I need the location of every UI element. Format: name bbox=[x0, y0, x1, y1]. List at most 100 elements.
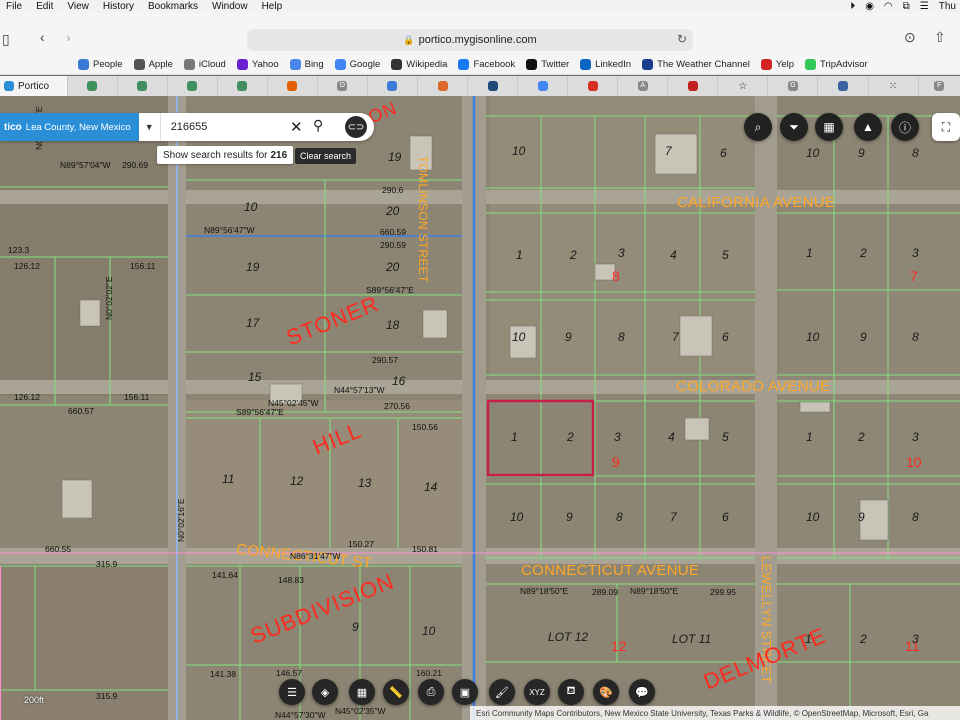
sidebar-icon[interactable]: ▯ bbox=[2, 31, 10, 48]
fav-wikipedia[interactable]: Wikipedia bbox=[391, 59, 447, 70]
tab-google[interactable] bbox=[518, 76, 569, 96]
menu-file[interactable]: File bbox=[6, 1, 22, 12]
tab-gmail[interactable] bbox=[568, 76, 619, 96]
chart-icon bbox=[487, 81, 498, 91]
bearing-label: N0°02'02"E bbox=[104, 276, 114, 320]
globe-icon bbox=[87, 81, 98, 91]
tab-dots[interactable]: ⁙ bbox=[869, 76, 919, 96]
menu-edit[interactable]: Edit bbox=[36, 1, 53, 12]
reload-icon[interactable]: ↻ bbox=[677, 32, 687, 46]
tab-red[interactable] bbox=[668, 76, 719, 96]
fav-apple[interactable]: Apple bbox=[133, 59, 173, 70]
bucket-icon: ⛾ bbox=[566, 685, 576, 697]
fav-icloud[interactable]: iCloud bbox=[183, 59, 226, 70]
tab-building[interactable] bbox=[818, 76, 869, 96]
menu-extra-icon[interactable]: ⧉ bbox=[903, 1, 910, 12]
fav-yelp[interactable]: Yelp bbox=[760, 59, 794, 70]
dimension-label: 290.57 bbox=[372, 355, 398, 365]
lot-number: 9 bbox=[566, 510, 573, 524]
palette-button[interactable]: 🎨 bbox=[593, 679, 619, 705]
xyz-button[interactable]: XYZ bbox=[524, 679, 550, 705]
tab-feather[interactable] bbox=[418, 76, 469, 96]
clock[interactable]: Thu bbox=[939, 1, 956, 12]
browser-icon bbox=[287, 81, 298, 91]
print-button[interactable]: ⎙ bbox=[418, 679, 444, 705]
fav-twitter[interactable]: Twitter bbox=[526, 59, 569, 70]
tab-firefox[interactable] bbox=[268, 76, 318, 96]
fav-people[interactable]: People bbox=[78, 59, 123, 70]
lot-number: 6 bbox=[720, 146, 727, 160]
tab-globe-3[interactable] bbox=[168, 76, 218, 96]
lot-number: 8 bbox=[616, 510, 623, 524]
measure-button[interactable]: 📏 bbox=[383, 679, 409, 705]
bucket-button[interactable]: ⛾ bbox=[558, 679, 584, 705]
tab-f[interactable]: F bbox=[919, 76, 960, 96]
fav-yahoo[interactable]: Yahoo bbox=[236, 59, 279, 70]
dimension-label: 660.57 bbox=[68, 406, 94, 416]
menu-help[interactable]: Help bbox=[262, 1, 283, 12]
menu-history[interactable]: History bbox=[103, 1, 134, 12]
id-card-button[interactable]: ▣ bbox=[452, 679, 478, 705]
filter-button[interactable]: ⏷ bbox=[780, 113, 808, 141]
app-brand: tico bbox=[0, 113, 26, 141]
lot-number: 7 bbox=[665, 144, 672, 158]
control-center-icon[interactable]: ☰ bbox=[920, 1, 929, 12]
info-button[interactable]: ⓘ bbox=[891, 113, 919, 141]
tab-globe-2[interactable] bbox=[118, 76, 168, 96]
lot-number: 1 bbox=[806, 246, 813, 260]
dots-icon: ⁙ bbox=[888, 80, 898, 92]
lock-icon: 🔒 bbox=[403, 34, 415, 45]
fullscreen-button[interactable]: ⛶ bbox=[932, 113, 960, 141]
fav-google[interactable]: Google bbox=[334, 59, 380, 70]
lot-number: 10 bbox=[244, 200, 258, 214]
tab-a[interactable]: A bbox=[618, 76, 669, 96]
tab-globe-4[interactable] bbox=[218, 76, 268, 96]
tab-people[interactable] bbox=[368, 76, 418, 96]
tab-star[interactable]: ☆ bbox=[718, 76, 769, 96]
fav-bing[interactable]: Bing bbox=[289, 59, 324, 70]
menu-view[interactable]: View bbox=[67, 1, 89, 12]
wifi-icon[interactable]: ◠ bbox=[884, 1, 893, 12]
search-type-dropdown[interactable]: ▼ bbox=[139, 113, 161, 141]
back-icon[interactable]: ‹ bbox=[40, 29, 45, 45]
fav-facebook[interactable]: Facebook bbox=[458, 59, 515, 70]
dimension-label: 126.12 bbox=[14, 261, 40, 271]
play-icon[interactable]: ⏵ bbox=[850, 1, 855, 12]
layers-button[interactable]: ◈ bbox=[312, 679, 338, 705]
address-bar[interactable]: 🔒 portico.mygisonline.com ↻ bbox=[247, 29, 693, 51]
warning-button[interactable]: ▲ bbox=[854, 113, 882, 141]
map-canvas[interactable]: CALIFORNIA AVENUE COLORADO AVENUE CONNEC… bbox=[0, 96, 960, 720]
tab-g[interactable]: G bbox=[768, 76, 819, 96]
search-button[interactable]: ⚲ bbox=[313, 117, 323, 134]
tab-d[interactable]: D bbox=[318, 76, 368, 96]
clear-search-button[interactable]: ✕ bbox=[290, 118, 303, 136]
fav-weather-channel[interactable]: The Weather Channel bbox=[642, 59, 750, 70]
share-icon[interactable]: ⇧ bbox=[934, 29, 946, 46]
search-input[interactable] bbox=[170, 121, 291, 133]
record-icon[interactable]: ◉ bbox=[865, 1, 874, 12]
identify-tool-button[interactable]: ⌕ bbox=[744, 113, 772, 141]
legend-button[interactable]: ☰ bbox=[279, 679, 305, 705]
tab-globe-1[interactable] bbox=[68, 76, 118, 96]
people-icon bbox=[78, 59, 89, 70]
lot-number: 3 bbox=[912, 246, 919, 260]
menu-bookmarks[interactable]: Bookmarks bbox=[148, 1, 198, 12]
lot-number: 9 bbox=[352, 620, 359, 634]
menu-window[interactable]: Window bbox=[212, 1, 248, 12]
tab-portico[interactable]: Portico bbox=[0, 76, 68, 96]
downloads-icon[interactable]: ⊙ bbox=[904, 29, 916, 46]
search-hint[interactable]: Show search results for 216 bbox=[157, 146, 294, 164]
fav-label: Yahoo bbox=[251, 59, 279, 70]
fav-linkedin[interactable]: LinkedIn bbox=[580, 59, 631, 70]
fav-label: The Weather Channel bbox=[657, 59, 750, 70]
comment-button[interactable]: 💬 bbox=[629, 679, 655, 705]
draw-button[interactable]: 🖌 bbox=[489, 679, 515, 705]
tab-chart[interactable] bbox=[468, 76, 519, 96]
forward-icon[interactable]: › bbox=[66, 29, 71, 45]
lot-number: 4 bbox=[670, 248, 677, 262]
dimension-label: 289.09 bbox=[592, 587, 618, 597]
link-button[interactable]: ⊂⊃ bbox=[345, 116, 367, 138]
database-button[interactable]: ▦ bbox=[815, 113, 843, 141]
fav-tripadvisor[interactable]: TripAdvisor bbox=[805, 59, 868, 70]
basemap-button[interactable]: ▦ bbox=[349, 679, 375, 705]
